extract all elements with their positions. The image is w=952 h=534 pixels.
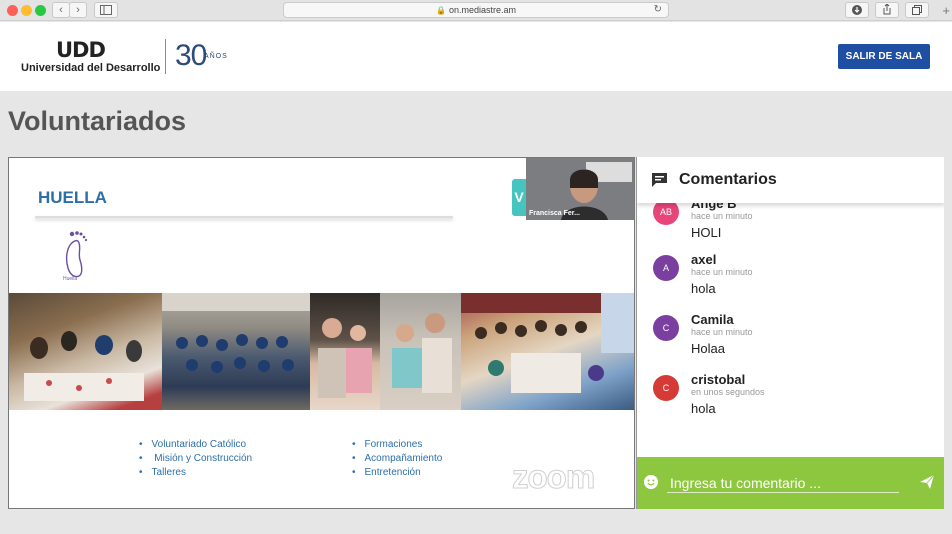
slide-title-underline: [35, 216, 453, 218]
anniversary-number: 30: [175, 39, 207, 72]
sidebar-icon: [100, 5, 112, 15]
lock-icon: 🔒: [436, 6, 446, 15]
photo-group-dinner: [9, 293, 162, 410]
slide-teal-tab: V: [512, 179, 526, 216]
udd-logo-name[interactable]: Universidad del Desarrollo: [21, 62, 160, 74]
zoom-window-button[interactable]: [35, 5, 46, 16]
comment-time: hace un minuto: [691, 267, 753, 277]
video-stream[interactable]: HUELLA Huella Voluntariado Católico Misi…: [8, 157, 635, 509]
avatar: C: [653, 315, 679, 341]
photo-group-outdoor: [162, 293, 310, 410]
comment-input[interactable]: [667, 473, 899, 493]
tabs-overview-button[interactable]: [905, 2, 929, 18]
forward-button[interactable]: ›: [69, 2, 87, 18]
comment-time: hace un minuto: [691, 211, 753, 221]
photo-child-portrait-2: [380, 293, 461, 410]
url-text: on.mediastre.am: [448, 5, 516, 15]
address-bar[interactable]: 🔒 on.mediastre.am ↻: [283, 2, 669, 18]
chat-bubble-icon: [652, 173, 667, 187]
zoom-watermark: zoom: [511, 458, 595, 496]
comment-input-bar: [637, 457, 944, 509]
comments-panel: Comentarios AB Ange B hace un minuto HOL…: [636, 157, 944, 509]
comments-title: Comentarios: [679, 171, 777, 188]
comment-author: cristobal: [691, 372, 746, 387]
share-button[interactable]: [875, 2, 899, 18]
speaker-name: Francisca Fer...: [529, 210, 580, 217]
comment-time: en unos segundos: [691, 387, 765, 397]
new-tab-button[interactable]: +: [942, 3, 950, 18]
logo-divider: [165, 39, 166, 74]
bullet-item: Formaciones: [352, 438, 442, 452]
comment-item: C cristobal en unos segundos hola: [637, 372, 944, 435]
photo-group-classroom: [461, 293, 634, 410]
comment-text: hola: [691, 281, 716, 296]
slide-title: HUELLA: [38, 188, 107, 207]
sidebar-toggle-button[interactable]: [94, 2, 118, 18]
slide-bullets-right: Formaciones Acompañamiento Entretención: [352, 438, 443, 480]
comment-item: AB Ange B hace un minuto HOLI: [637, 196, 944, 259]
comments-header: Comentarios: [637, 157, 944, 203]
browser-toolbar: ‹ › 🔒 on.mediastre.am ↻ +: [0, 0, 952, 21]
bullet-item: Entretención: [352, 466, 442, 480]
slide-bullets-left: Voluntariado Católico Misión y Construcc…: [139, 438, 253, 480]
downloads-button[interactable]: [845, 2, 869, 18]
comment-author: axel: [691, 252, 717, 267]
comment-item: C Camila hace un minuto Holaa: [637, 312, 944, 375]
site-header: UDD Universidad del Desarrollo 30 AÑOS S…: [0, 22, 952, 91]
reload-icon[interactable]: ↻: [654, 3, 662, 17]
comment-text: HOLI: [691, 225, 722, 240]
footprint-logo-icon: [65, 231, 88, 278]
anniversary-word: AÑOS: [204, 53, 228, 60]
footprint-logo-caption: Huella: [63, 276, 78, 282]
avatar: C: [653, 375, 679, 401]
bullet-item: Talleres: [139, 466, 252, 480]
bullet-item: Voluntariado Católico: [139, 438, 252, 452]
bullet-item: Acompañamiento: [352, 452, 443, 466]
close-window-button[interactable]: [7, 5, 18, 16]
comment-text: hola: [691, 401, 716, 416]
minimize-window-button[interactable]: [21, 5, 32, 16]
speaker-camera-thumbnail[interactable]: Francisca Fer...: [526, 158, 634, 220]
exit-room-button[interactable]: SALIR DE SALA: [838, 44, 930, 69]
bullet-item: Misión y Construcción: [139, 452, 252, 466]
photo-child-portrait-1: [310, 293, 380, 410]
share-icon: [883, 3, 891, 15]
comment-time: hace un minuto: [691, 327, 753, 337]
comment-item: A axel hace un minuto hola: [637, 252, 944, 315]
emoji-icon[interactable]: [644, 475, 658, 489]
send-icon[interactable]: [919, 474, 935, 490]
page-title: Voluntariados: [8, 106, 187, 136]
udd-logo-mark[interactable]: UDD: [56, 38, 106, 62]
avatar: A: [653, 255, 679, 281]
download-icon: [852, 5, 862, 15]
photo-collage: [9, 293, 634, 410]
tabs-icon: [912, 5, 922, 15]
comment-author: Camila: [691, 312, 734, 327]
back-button[interactable]: ‹: [52, 2, 70, 18]
comment-text: Holaa: [691, 341, 725, 356]
